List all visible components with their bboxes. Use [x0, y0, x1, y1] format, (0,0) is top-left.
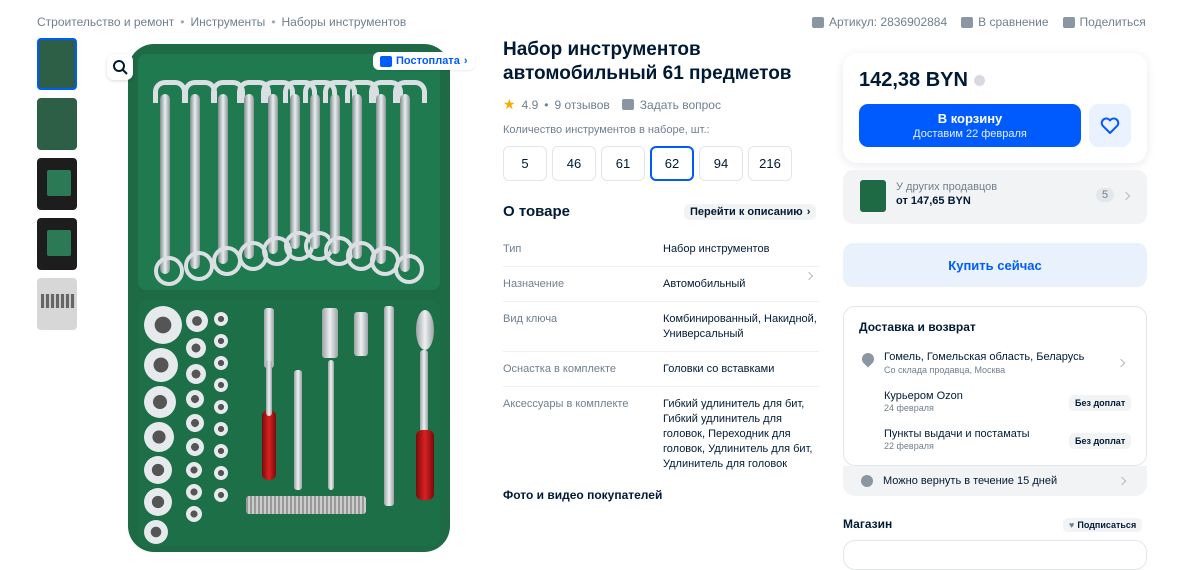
delivery-method-name: Пункты выдачи и постаматы — [884, 428, 1030, 440]
image-search-button[interactable] — [107, 54, 133, 80]
share-button[interactable]: Поделиться — [1062, 15, 1146, 29]
delivery-method-date: 24 февраля — [884, 403, 934, 413]
tool-case-image — [128, 44, 450, 552]
camera-search-icon — [113, 60, 128, 75]
breadcrumb-separator: • — [271, 15, 276, 29]
shop-card[interactable] — [843, 540, 1147, 570]
gallery-thumbnail[interactable] — [37, 98, 77, 150]
delivery-method-name: Курьером Ozon — [884, 390, 963, 402]
spec-row: Тип Набор инструментов — [503, 232, 819, 267]
tool-case-lid — [138, 54, 440, 290]
spec-row: Аксессуары в комплекте Гибкий удлинитель… — [503, 387, 819, 481]
buy-now-button[interactable]: Купить сейчас — [843, 243, 1147, 287]
delivery-location[interactable]: Гомель, Гомельская область, Беларусь — [884, 351, 1084, 363]
compare-icon — [961, 16, 974, 28]
return-policy[interactable]: Можно вернуть в течение 15 дней — [843, 466, 1147, 496]
postpay-badge[interactable]: Постоплата › — [373, 52, 475, 70]
spec-value: Автомобильный — [663, 278, 746, 290]
no-extra-charge-badge: Без доплат — [1069, 433, 1132, 449]
breadcrumb-item[interactable]: Наборы инструментов — [282, 15, 407, 29]
price: 142,38 BYN — [859, 69, 985, 92]
spec-key: Вид ключа — [503, 313, 558, 325]
star-icon: ★ — [503, 96, 516, 112]
reviews-link[interactable]: 9 отзывов — [554, 98, 609, 112]
quantity-options: 5 46 61 62 94 216 — [503, 146, 792, 181]
rating-value[interactable]: 4.9 — [522, 98, 539, 112]
spec-key: Оснастка в комплекте — [503, 363, 616, 375]
add-to-cart-button[interactable]: В корзину Доставим 22 февраля — [859, 104, 1081, 147]
quantity-option-selected[interactable]: 62 — [650, 146, 694, 181]
question-icon — [621, 99, 634, 110]
breadcrumb-item[interactable]: Строительство и ремонт — [37, 15, 174, 29]
rating-row: ★ 4.9 • 9 отзывов Задать вопрос — [503, 96, 721, 113]
no-extra-charge-badge: Без доплат — [1069, 395, 1132, 411]
spec-value: Гибкий удлинитель для бит, Гибкий удлини… — [663, 398, 813, 470]
quantity-option[interactable]: 61 — [601, 146, 645, 181]
gallery-thumbnail[interactable] — [37, 218, 77, 270]
chevron-right-icon — [1121, 191, 1131, 201]
chevron-right-icon — [1116, 358, 1126, 368]
quantity-option[interactable]: 46 — [552, 146, 596, 181]
heart-icon — [1100, 117, 1120, 134]
info-icon[interactable] — [973, 75, 985, 86]
ugc-title: Фото и видео покупателей — [503, 488, 663, 502]
spec-key: Аксессуары в комплекте — [503, 398, 629, 410]
sellers-label: У других продавцов — [896, 181, 998, 193]
sellers-count: 5 — [1096, 188, 1115, 202]
breadcrumb-separator: • — [180, 15, 185, 29]
specs-table: Тип Набор инструментов Назначение Автомо… — [503, 232, 819, 481]
spec-value: Комбинированный, Накидной, Универсальный — [663, 313, 817, 340]
delivery-title: Доставка и возврат — [859, 320, 976, 334]
spec-key: Назначение — [503, 278, 565, 290]
breadcrumb-item[interactable]: Инструменты — [190, 15, 265, 29]
about-title: О товаре — [503, 203, 571, 220]
card-icon — [380, 55, 392, 67]
share-icon — [1062, 16, 1075, 28]
chevron-right-icon: › — [463, 55, 468, 67]
delivery-method-date: 22 февраля — [884, 441, 934, 451]
article-number[interactable]: Артикул: 2836902884 — [812, 15, 947, 29]
gallery-thumbnail[interactable] — [37, 278, 77, 330]
heart-icon: ♥ — [1069, 520, 1075, 530]
quantity-label: Количество инструментов в наборе, шт.: — [503, 124, 710, 136]
quantity-option[interactable]: 94 — [699, 146, 743, 181]
delivery-location-sub: Со склада продавца, Москва — [884, 365, 1006, 375]
ask-question-link[interactable]: Задать вопрос — [640, 98, 721, 112]
spec-row[interactable]: Назначение Автомобильный — [503, 267, 819, 302]
favorite-button[interactable] — [1089, 104, 1131, 147]
gallery-thumbnail[interactable] — [37, 38, 77, 90]
breadcrumb: Строительство и ремонт • Инструменты • Н… — [37, 15, 406, 29]
chevron-right-icon — [1117, 476, 1127, 486]
return-text: Можно вернуть в течение 15 дней — [883, 475, 1058, 487]
other-sellers[interactable]: У других продавцов от 147,65 BYN 5 — [843, 170, 1147, 224]
seller-product-thumb — [860, 180, 886, 212]
quantity-option[interactable]: 5 — [503, 146, 547, 181]
price-card: 142,38 BYN В корзину Доставим 22 февраля — [843, 53, 1147, 163]
spec-key: Тип — [503, 243, 522, 255]
gallery-thumbnail[interactable] — [37, 158, 77, 210]
dot-separator: • — [544, 97, 549, 112]
sellers-price: от 147,65 BYN — [896, 195, 971, 207]
product-actions-bar: Артикул: 2836902884 В сравнение Поделить… — [812, 15, 1146, 29]
tool-case-base — [138, 300, 440, 546]
spec-value: Головки со вставками — [663, 363, 775, 375]
chevron-right-icon: › — [806, 206, 811, 218]
compare-button[interactable]: В сравнение — [961, 15, 1049, 29]
product-main-image[interactable]: Постоплата › — [100, 38, 480, 552]
gallery-thumbnails — [37, 38, 81, 338]
delivery-card: Доставка и возврат Гомель, Гомельская об… — [843, 306, 1147, 466]
spec-row: Оснастка в комплекте Головки со вставкам… — [503, 352, 819, 387]
spec-value: Набор инструментов — [663, 243, 770, 255]
shop-title: Магазин — [843, 517, 893, 531]
subscribe-button[interactable]: ♥ Подписаться — [1063, 518, 1143, 532]
chat-icon — [812, 16, 824, 28]
spec-row: Вид ключа Комбинированный, Накидной, Уни… — [503, 302, 819, 352]
product-title: Набор инструментов автомобильный 61 пред… — [503, 39, 792, 84]
quantity-option[interactable]: 216 — [748, 146, 792, 181]
location-pin-icon — [859, 350, 877, 368]
to-description-button[interactable]: Перейти к описанию › — [684, 204, 817, 220]
return-icon — [861, 475, 873, 487]
